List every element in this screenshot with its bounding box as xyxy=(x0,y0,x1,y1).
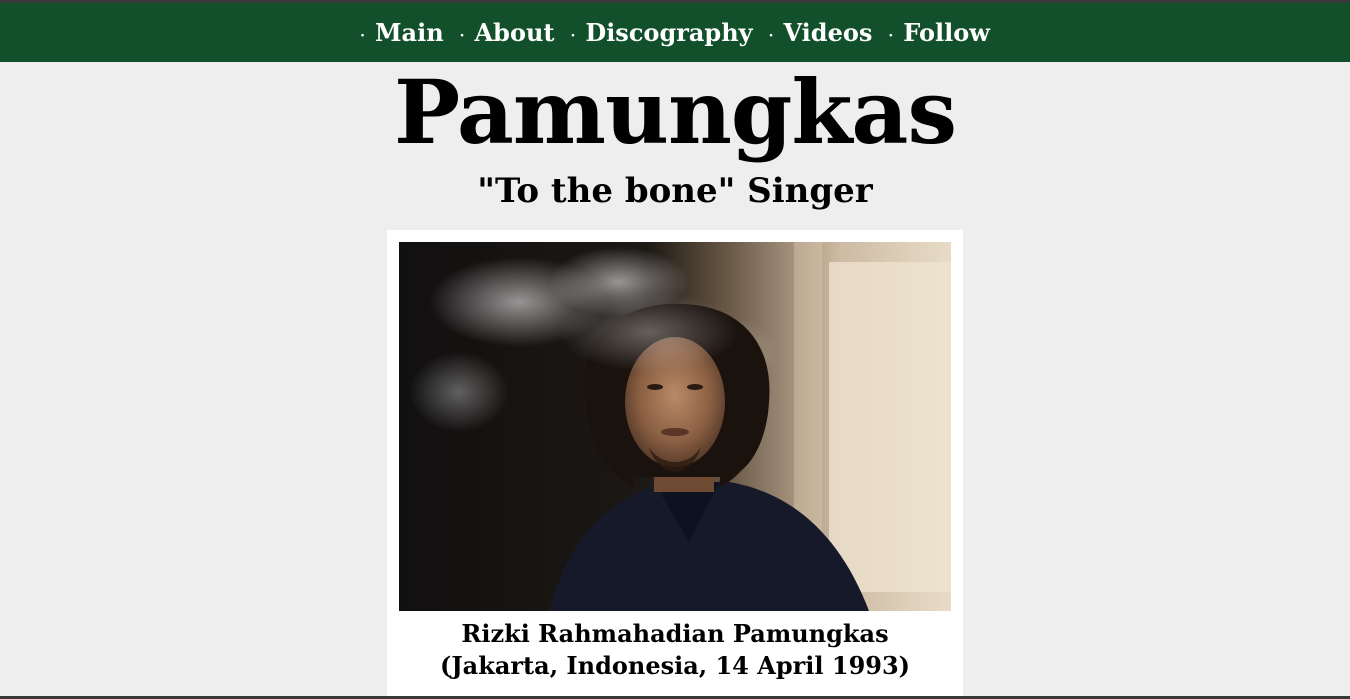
nav-item-videos[interactable]: · Videos xyxy=(769,18,873,47)
nav-item-label[interactable]: Follow xyxy=(903,18,990,47)
nav-item-discography[interactable]: · Discography xyxy=(571,18,753,47)
nav-item-label[interactable]: About xyxy=(475,18,555,47)
nav-list: · Main · About · Discography · Videos · … xyxy=(352,18,998,47)
artist-photo xyxy=(399,242,951,611)
nav-item-follow[interactable]: · Follow xyxy=(888,18,990,47)
page-subtitle: "To the bone" Singer xyxy=(477,171,873,211)
nav-item-about[interactable]: · About xyxy=(460,18,555,47)
bullet-icon: · xyxy=(768,27,774,44)
page: · Main · About · Discography · Videos · … xyxy=(0,0,1350,699)
header: Pamungkas "To the bone" Singer xyxy=(0,62,1350,220)
nav-item-label[interactable]: Videos xyxy=(783,18,872,47)
photo-caption: Rizki Rahmahadian Pamungkas (Jakarta, In… xyxy=(439,619,911,680)
nav-item-main[interactable]: · Main xyxy=(360,18,444,47)
nav-item-label[interactable]: Main xyxy=(375,18,444,47)
navbar: · Main · About · Discography · Videos · … xyxy=(0,3,1350,62)
page-title: Pamungkas xyxy=(394,60,957,164)
bullet-icon: · xyxy=(459,27,465,44)
nav-item-label[interactable]: Discography xyxy=(585,18,752,47)
bullet-icon: · xyxy=(360,27,365,44)
bullet-icon: · xyxy=(570,27,576,44)
bullet-icon: · xyxy=(888,27,894,44)
image-card: Rizki Rahmahadian Pamungkas (Jakarta, In… xyxy=(387,230,963,699)
